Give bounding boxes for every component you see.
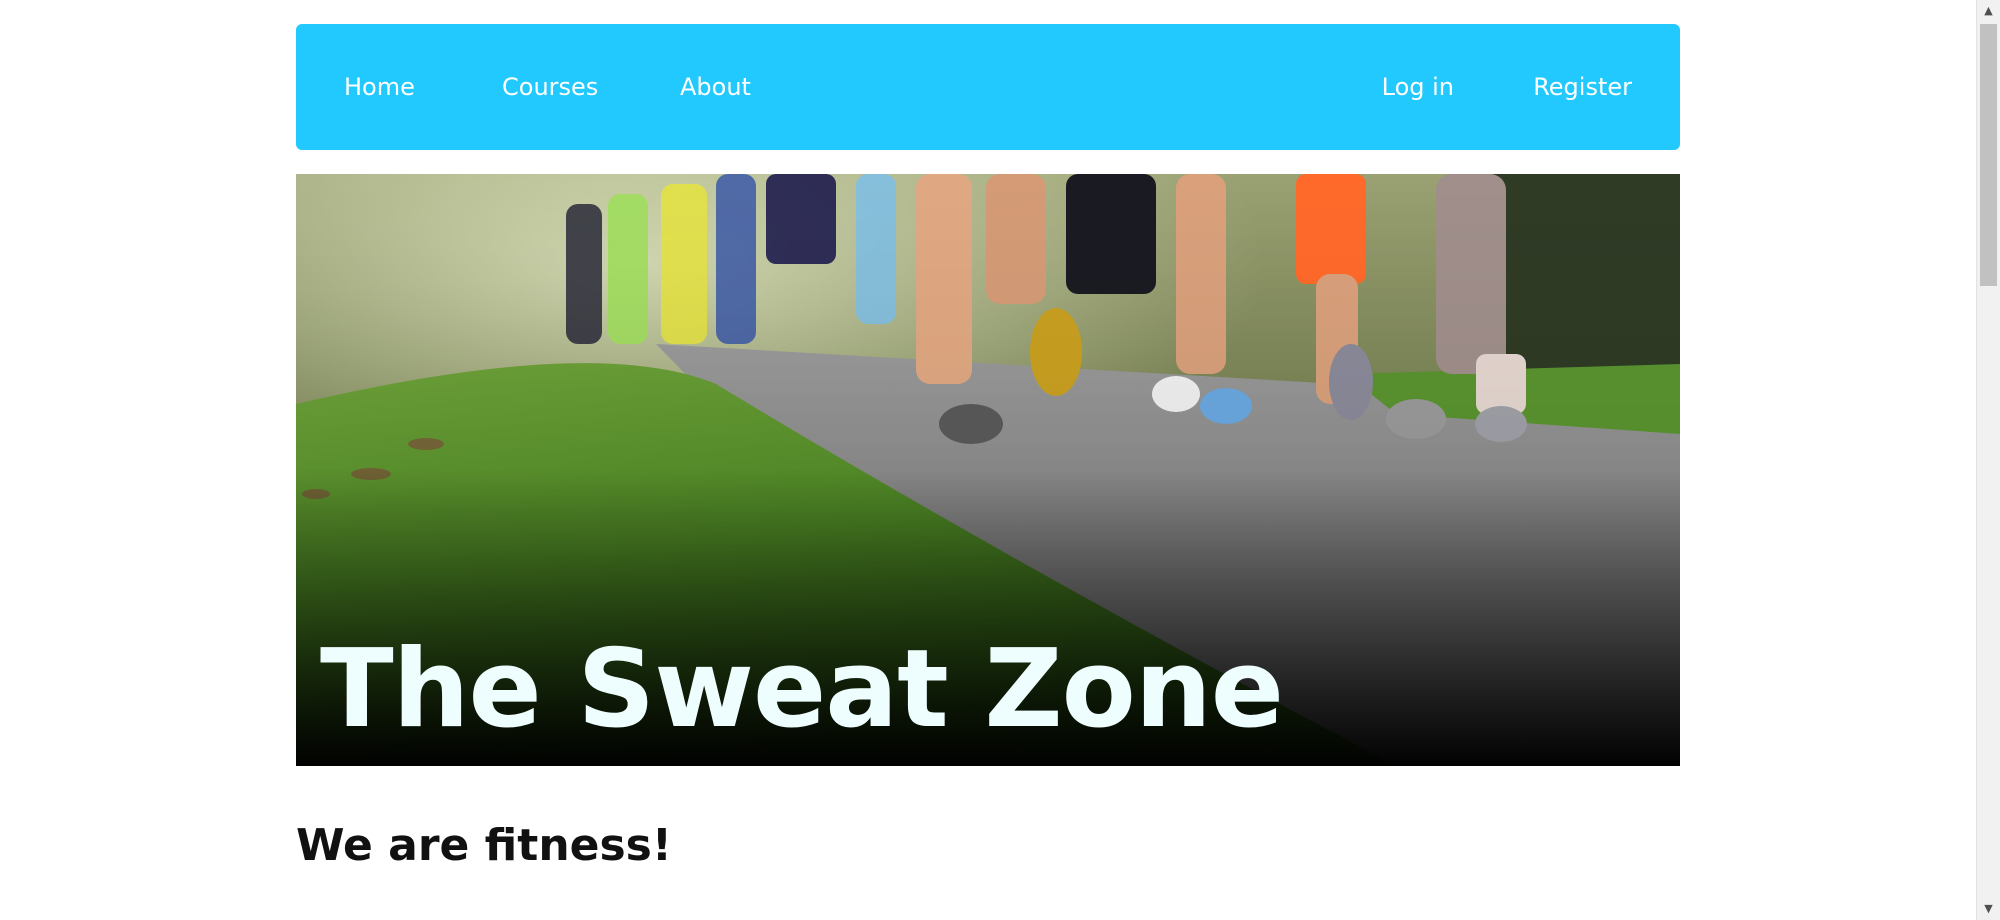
hero-banner: The Sweat Zone	[296, 174, 1680, 766]
scroll-up-arrow-icon[interactable]: ▲	[1977, 0, 2000, 22]
navbar: Home Courses About Log in Register	[296, 24, 1680, 150]
scrollbar-thumb[interactable]	[1980, 24, 1997, 286]
page: Home Courses About Log in Register The S…	[0, 0, 2000, 920]
nav-link-home[interactable]: Home	[344, 24, 415, 150]
intro-heading: We are fitness!	[296, 820, 672, 871]
scroll-down-arrow-icon[interactable]: ▼	[1977, 898, 2000, 920]
nav-link-courses[interactable]: Courses	[502, 24, 598, 150]
nav-link-register[interactable]: Register	[1533, 24, 1632, 150]
vertical-scrollbar[interactable]: ▲ ▼	[1976, 0, 2000, 920]
nav-link-login[interactable]: Log in	[1382, 24, 1454, 150]
hero-title: The Sweat Zone	[320, 627, 1284, 752]
nav-link-about[interactable]: About	[680, 24, 751, 150]
